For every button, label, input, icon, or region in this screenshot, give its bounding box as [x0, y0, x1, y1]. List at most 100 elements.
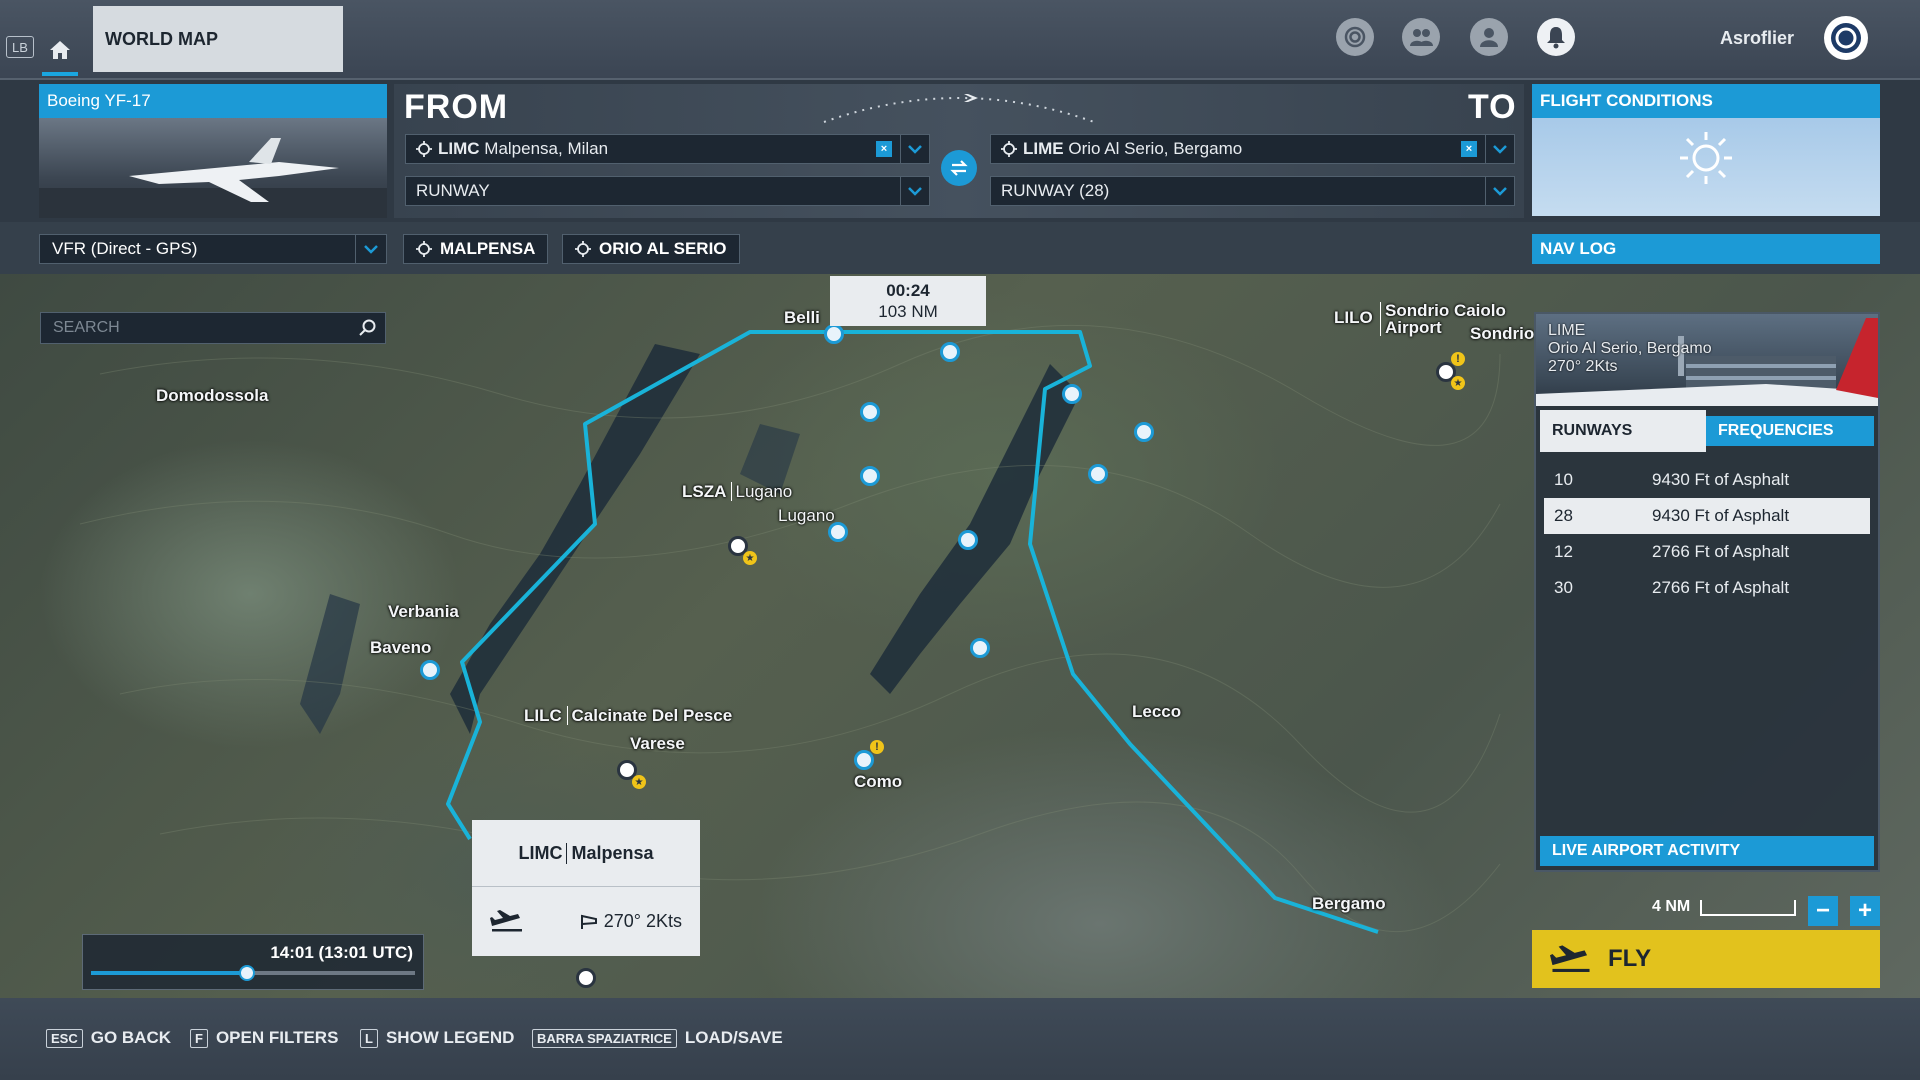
avatar-icon: [1831, 23, 1861, 53]
map-scale-label: 4 NM: [1652, 898, 1691, 915]
map-poi-pin[interactable]: [824, 324, 844, 344]
time-slider-handle[interactable]: [238, 965, 255, 981]
open-filters-button[interactable]: F OPEN FILTERS: [190, 1028, 338, 1048]
avatar[interactable]: [1824, 16, 1868, 60]
airport-info-panel: LIME Orio Al Serio, Bergamo 270° 2Kts RU…: [1534, 312, 1880, 872]
group-icon: [1410, 29, 1433, 46]
live-airport-activity-button[interactable]: LIVE AIRPORT ACTIVITY: [1540, 836, 1874, 866]
runway-surface: 2766 Ft of Asphalt: [1652, 578, 1790, 597]
waypoint-chip-departure[interactable]: MALPENSA: [403, 234, 549, 264]
key-hint: L: [360, 1028, 378, 1048]
notifications-icon[interactable]: [1537, 18, 1575, 56]
runway-row[interactable]: 12 2766 Ft of Asphalt: [1544, 534, 1870, 570]
flight-conditions-title: FLIGHT CONDITIONS: [1532, 84, 1880, 118]
route-summary: 00:24 103 NM: [830, 276, 986, 326]
airport-code: LILO: [1334, 308, 1373, 327]
map-poi-pin[interactable]: [1134, 422, 1154, 442]
search-placeholder: SEARCH: [53, 319, 120, 336]
flight-type-dropdown[interactable]: [355, 235, 386, 263]
tab-runways[interactable]: RUNWAYS: [1540, 410, 1706, 452]
activity-icon[interactable]: [1336, 18, 1374, 56]
chevron-down-icon: [364, 245, 378, 254]
aircraft-panel[interactable]: Boeing YF-17: [39, 84, 387, 218]
departure-airport-popup[interactable]: LIMC Malpensa 270° 2Kts: [472, 820, 700, 956]
flight-type-value: VFR (Direct - GPS): [52, 239, 198, 258]
user-icon: [1480, 28, 1498, 47]
warning-icon: !: [1451, 352, 1465, 366]
runway-number: 28: [1554, 506, 1573, 525]
tab-frequencies[interactable]: FREQUENCIES: [1706, 416, 1874, 446]
runway-row[interactable]: 28 9430 Ft of Asphalt: [1544, 498, 1870, 534]
map-poi-pin[interactable]: [970, 638, 990, 658]
flight-type-select[interactable]: VFR (Direct - GPS): [39, 234, 387, 264]
fly-button[interactable]: FLY: [1532, 930, 1880, 988]
show-legend-label: SHOW LEGEND: [385, 1028, 515, 1047]
star-icon: ★: [743, 551, 757, 565]
arrival-runway-field[interactable]: RUNWAY (28): [990, 176, 1486, 206]
swap-route-button[interactable]: [941, 150, 977, 186]
runway-surface: 9430 Ft of Asphalt: [1652, 470, 1790, 489]
search-icon[interactable]: [359, 319, 377, 337]
place-label: Lugano: [778, 506, 835, 525]
map-poi-pin[interactable]: [958, 530, 978, 550]
airport-label-lsza[interactable]: LSZA Lugano: [682, 482, 793, 502]
load-save-label: LOAD/SAVE: [684, 1028, 783, 1047]
profile-icon[interactable]: [1470, 18, 1508, 56]
star-icon: ★: [1451, 376, 1465, 390]
zoom-out-button[interactable]: −: [1808, 896, 1838, 926]
show-legend-button[interactable]: L SHOW LEGEND: [360, 1028, 514, 1048]
jet-icon: [39, 138, 387, 218]
runway-number: 12: [1554, 542, 1573, 561]
flight-conditions-panel[interactable]: FLIGHT CONDITIONS: [1532, 84, 1880, 216]
arrival-code: LIME: [1023, 139, 1064, 158]
lb-key-hint: LB: [6, 36, 34, 58]
runway-row[interactable]: 30 2766 Ft of Asphalt: [1544, 570, 1870, 606]
arrival-name: Orio Al Serio, Bergamo: [1068, 139, 1243, 158]
zoom-in-button[interactable]: +: [1850, 896, 1880, 926]
waypoint-chip-arrival[interactable]: ORIO AL SERIO: [562, 234, 740, 264]
map-poi-pin[interactable]: [420, 660, 440, 680]
username: Asroflier: [1720, 28, 1795, 48]
map-scale-bar: [1700, 900, 1796, 916]
chip-label: MALPENSA: [440, 239, 536, 258]
map-poi-pin[interactable]: [940, 342, 960, 362]
time-slider[interactable]: [91, 965, 415, 981]
home-tab[interactable]: [42, 28, 78, 76]
arrival-dropdown-button[interactable]: [1485, 134, 1515, 164]
key-hint: F: [190, 1028, 208, 1048]
arrival-airport-field[interactable]: LIME Orio Al Serio, Bergamo ×: [990, 134, 1486, 164]
airport-marker-limc[interactable]: [576, 968, 596, 988]
chevron-down-icon: [908, 145, 922, 154]
map-poi-pin[interactable]: [860, 466, 880, 486]
chevron-down-icon: [908, 187, 922, 196]
tab-world-map[interactable]: WORLD MAP: [93, 6, 343, 72]
windsock-icon: [580, 914, 597, 929]
nav-log-button[interactable]: NAV LOG: [1532, 234, 1880, 264]
map-poi-pin[interactable]: [854, 750, 874, 770]
airport-target-icon: [575, 241, 591, 257]
to-label: TO: [1468, 88, 1517, 126]
departure-code: LIMC: [438, 139, 480, 158]
departure-runway-field[interactable]: RUNWAY: [405, 176, 901, 206]
clear-arrival-button[interactable]: ×: [1461, 141, 1477, 157]
arrival-runway-dropdown-button[interactable]: [1485, 176, 1515, 206]
departure-runway-dropdown-button[interactable]: [900, 176, 930, 206]
departure-dropdown-button[interactable]: [900, 134, 930, 164]
go-back-button[interactable]: ESC GO BACK: [46, 1028, 171, 1048]
map-search-input[interactable]: SEARCH: [40, 312, 386, 344]
departure-airport-field[interactable]: LIMC Malpensa, Milan ×: [405, 134, 901, 164]
airport-info-text: LIME Orio Al Serio, Bergamo 270° 2Kts: [1548, 322, 1712, 376]
friends-icon[interactable]: [1402, 18, 1440, 56]
runway-row[interactable]: 10 9430 Ft of Asphalt: [1544, 462, 1870, 498]
airport-label-lilc[interactable]: LILC Calcinate Del Pesce: [524, 706, 733, 726]
aircraft-name: Boeing YF-17: [39, 84, 387, 118]
chip-label: ORIO AL SERIO: [599, 239, 727, 258]
load-save-button[interactable]: BARRA SPAZIATRICE LOAD/SAVE: [532, 1028, 783, 1048]
clear-departure-button[interactable]: ×: [876, 141, 892, 157]
swap-icon: [950, 160, 968, 176]
map-poi-pin[interactable]: [1088, 464, 1108, 484]
map-poi-pin[interactable]: [860, 402, 880, 422]
from-label: FROM: [404, 88, 509, 126]
map-poi-pin[interactable]: [1062, 384, 1082, 404]
key-hint: ESC: [46, 1028, 83, 1048]
